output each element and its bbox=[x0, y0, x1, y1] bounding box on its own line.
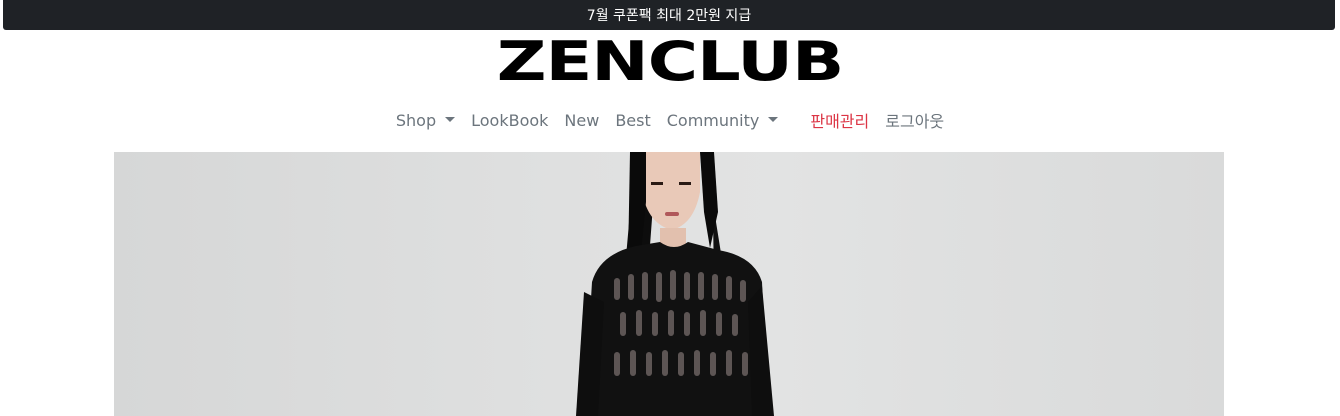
caret-down-icon bbox=[445, 116, 456, 122]
hero-image[interactable] bbox=[114, 152, 1224, 416]
promo-banner[interactable]: 7월 쿠폰팩 최대 2만원 지급 bbox=[3, 0, 1335, 30]
promo-banner-text: 7월 쿠폰팩 최대 2만원 지급 bbox=[586, 8, 752, 24]
nav-best-link[interactable]: Best bbox=[607, 111, 658, 130]
nav-lookbook-link[interactable]: LookBook bbox=[463, 111, 556, 130]
nav-logout-link[interactable]: 로그아웃 bbox=[877, 108, 952, 132]
nav-community-label: Community bbox=[666, 110, 760, 130]
nav-shop-label: Shop bbox=[395, 110, 437, 130]
nav-shop-dropdown[interactable]: Shop bbox=[388, 111, 463, 130]
nav-admin-link[interactable]: 판매관리 bbox=[802, 108, 877, 132]
nav-new-link[interactable]: New bbox=[556, 111, 607, 130]
brand-logo[interactable]: ZENCLUB bbox=[462, 35, 878, 89]
main-nav: Shop LookBook New Best Community 판매관리 로그… bbox=[0, 106, 1340, 134]
nav-community-dropdown[interactable]: Community bbox=[659, 111, 787, 130]
caret-down-icon bbox=[768, 116, 779, 122]
hero-model-illustration bbox=[576, 152, 774, 416]
